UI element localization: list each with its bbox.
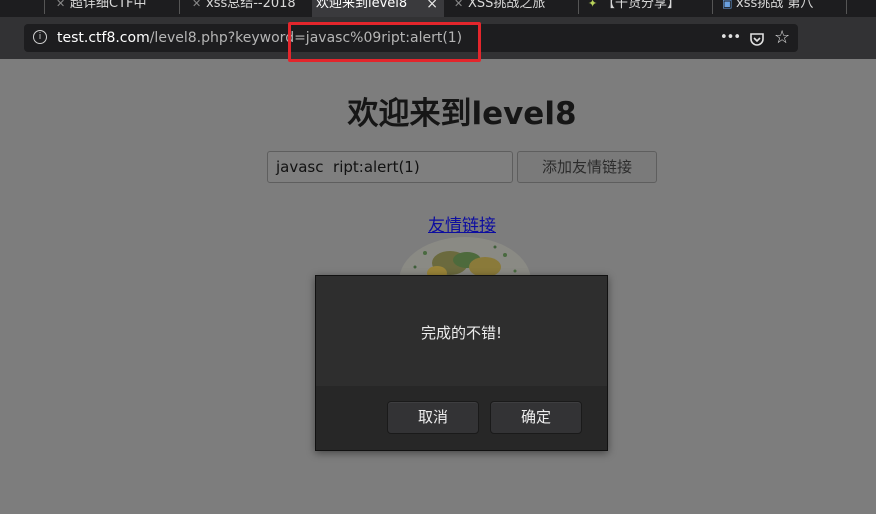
tab-label: 【干货分享】 [602,0,681,11]
tab-share[interactable]: ✦ 【干货分享】 [584,0,709,17]
ok-button[interactable]: 确定 [490,401,582,434]
page-title: 欢迎来到level8 [347,96,577,132]
add-link-button[interactable]: 添加友情链接 [517,151,657,183]
tab-separator [712,0,713,14]
tab-xss-challenge[interactable]: ✕ XSS挑战之旅 [450,0,575,17]
tab-label: XSS挑战之旅 [468,0,546,11]
tab-ctf[interactable]: ✕ 超详细CTF中 [52,0,177,17]
page-icon: ✕ [192,0,202,10]
page-icon: ✕ [454,0,464,10]
tab-level8[interactable]: 欢迎来到level8 × [312,0,444,17]
cancel-button[interactable]: 取消 [387,401,479,434]
info-icon[interactable]: i [33,30,47,44]
tab-separator [846,0,847,14]
tab-label: 超详细CTF中 [70,0,147,11]
site-icon: ▣ [722,0,733,10]
tab-separator [44,0,45,14]
tab-separator [578,0,579,14]
pocket-icon[interactable] [749,24,765,52]
tab-strip: ✕ 超详细CTF中 ✕ xss总结--2018 欢迎来到level8 × ✕ XSS挑… [0,0,876,17]
tab-separator [179,0,180,14]
more-icon[interactable]: ••• [720,24,741,52]
url-host: test.ctf8.com [57,30,150,46]
keyword-input[interactable]: javasc ript:alert(1) [267,151,513,183]
tab-label: xss总结--2018 [206,0,296,11]
tab-label: 欢迎来到level8 [316,0,408,8]
star-logo-icon: ✦ [588,0,598,10]
tab-xss-8[interactable]: ▣ xss挑战 第八 [718,0,843,17]
tab-xss-summary[interactable]: ✕ xss总结--2018 [188,0,300,17]
annotation-highlight [288,22,481,62]
tab-label: xss挑战 第八 [736,0,814,11]
alert-dialog: 完成的不错! 取消 确定 [315,275,608,451]
close-icon[interactable]: × [426,0,438,13]
bookmark-star-icon[interactable]: ☆ [774,24,790,52]
page-icon: ✕ [56,0,66,10]
dialog-message: 完成的不错! [420,324,502,342]
